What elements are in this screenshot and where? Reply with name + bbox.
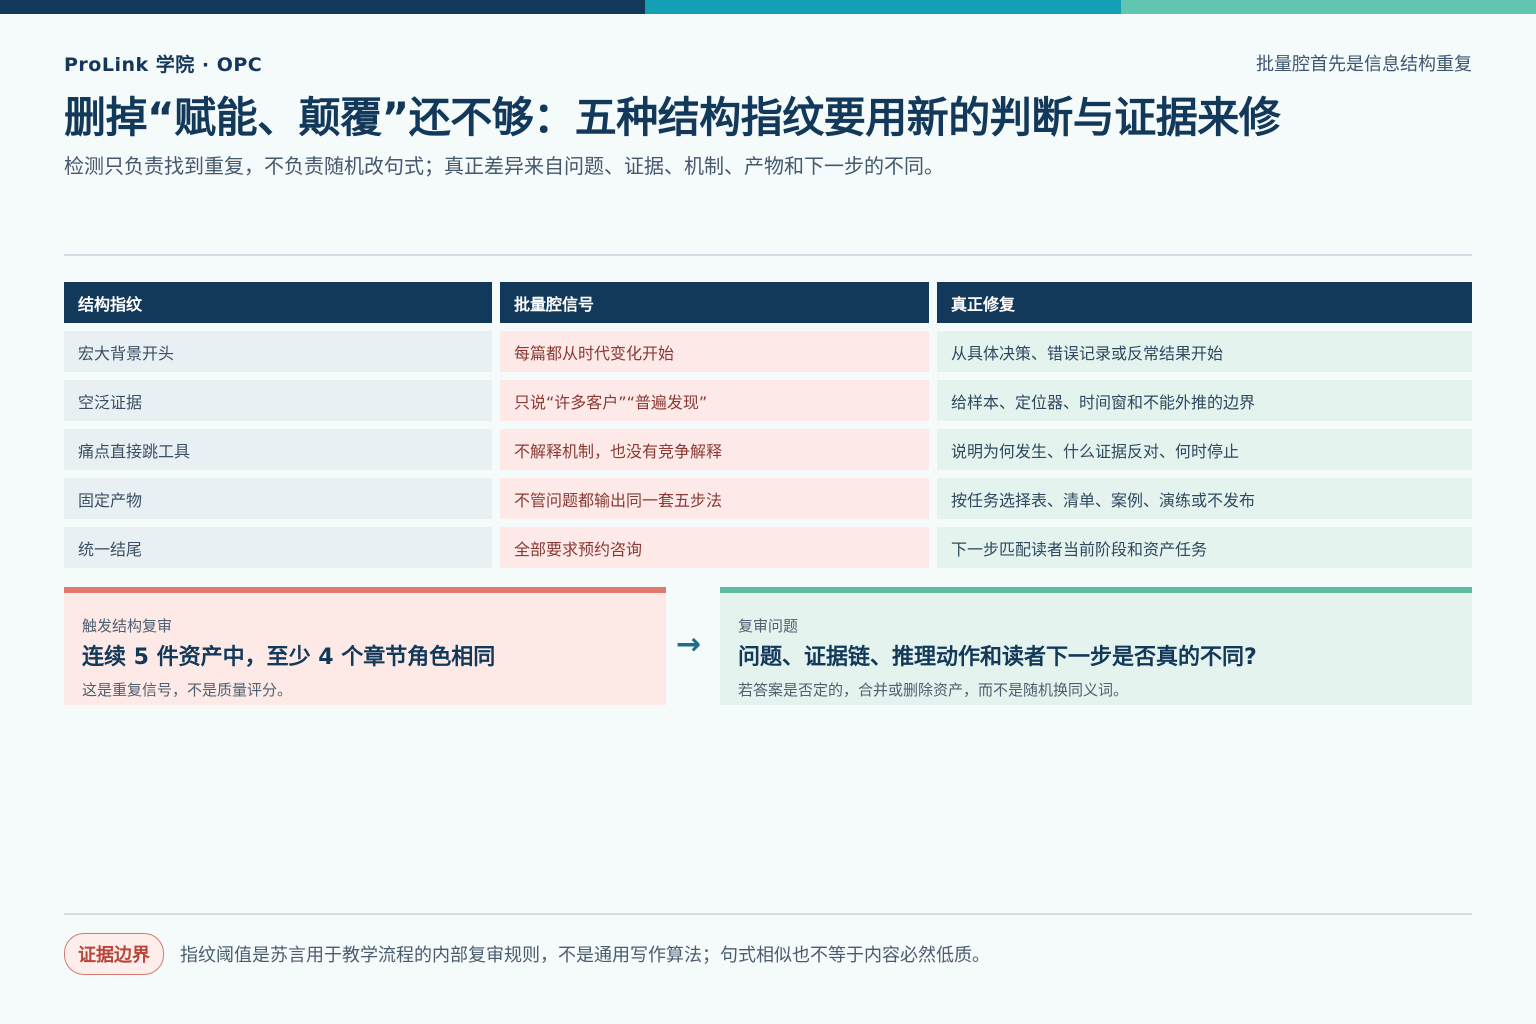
fix-cell: 给样本、定位器、时间窗和不能外推的边界 xyxy=(937,380,1472,421)
fix-cell: 按任务选择表、清单、案例、演练或不发布 xyxy=(937,478,1472,519)
review-card: 复审问题 问题、证据链、推理动作和读者下一步是否真的不同? 若答案是否定的，合并… xyxy=(720,587,1472,705)
evidence-boundary-badge: 证据边界 xyxy=(64,933,164,975)
signal-cell: 全部要求预约咨询 xyxy=(500,527,929,568)
table-row: 痛点直接跳工具 不解释机制，也没有竞争解释 说明为何发生、什么证据反对、何时停止 xyxy=(64,429,1472,470)
fingerprint-cell: 宏大背景开头 xyxy=(64,331,492,372)
top-bar-teal-segment xyxy=(645,0,1121,14)
header-fingerprint: 结构指纹 xyxy=(64,282,492,323)
fingerprint-cell: 痛点直接跳工具 xyxy=(64,429,492,470)
slide: ProLink 学院 · OPC 批量腔首先是信息结构重复 删掉“赋能、颠覆”还… xyxy=(0,0,1536,1024)
fingerprint-table: 结构指纹 批量腔信号 真正修复 宏大背景开头 每篇都从时代变化开始 从具体决策、… xyxy=(64,282,1472,576)
table-header-row: 结构指纹 批量腔信号 真正修复 xyxy=(64,282,1472,323)
table-row: 空泛证据 只说“许多客户”“普遍发现” 给样本、定位器、时间窗和不能外推的边界 xyxy=(64,380,1472,421)
fingerprint-cell: 空泛证据 xyxy=(64,380,492,421)
table-row: 统一结尾 全部要求预约咨询 下一步匹配读者当前阶段和资产任务 xyxy=(64,527,1472,568)
review-card-headline: 问题、证据链、推理动作和读者下一步是否真的不同? xyxy=(738,645,1257,670)
trigger-card-note: 这是重复信号，不是质量评分。 xyxy=(82,681,293,699)
fingerprint-cell: 统一结尾 xyxy=(64,527,492,568)
top-bar-navy-segment xyxy=(0,0,645,14)
corner-tag: 批量腔首先是信息结构重复 xyxy=(1256,54,1472,75)
signal-cell: 每篇都从时代变化开始 xyxy=(500,331,929,372)
header-fix: 真正修复 xyxy=(937,282,1472,323)
fingerprint-cell: 固定产物 xyxy=(64,478,492,519)
fix-cell: 从具体决策、错误记录或反常结果开始 xyxy=(937,331,1472,372)
top-divider xyxy=(64,254,1472,256)
header-signal: 批量腔信号 xyxy=(500,282,929,323)
footer-text: 指纹阈值是苏言用于教学流程的内部复审规则，不是通用写作算法；句式相似也不等于内容… xyxy=(180,945,990,966)
table-row: 固定产物 不管问题都输出同一套五步法 按任务选择表、清单、案例、演练或不发布 xyxy=(64,478,1472,519)
brand-label: ProLink 学院 · OPC xyxy=(64,54,263,76)
signal-cell: 不解释机制，也没有竞争解释 xyxy=(500,429,929,470)
bottom-divider xyxy=(64,913,1472,915)
trigger-card: 触发结构复审 连续 5 件资产中，至少 4 个章节角色相同 这是重复信号，不是质… xyxy=(64,587,666,705)
top-color-bar xyxy=(0,0,1536,14)
fix-cell: 下一步匹配读者当前阶段和资产任务 xyxy=(937,527,1472,568)
page-title: 删掉“赋能、颠覆”还不够：五种结构指纹要用新的判断与证据来修 xyxy=(64,93,1281,142)
review-card-label: 复审问题 xyxy=(738,617,799,635)
table-row: 宏大背景开头 每篇都从时代变化开始 从具体决策、错误记录或反常结果开始 xyxy=(64,331,1472,372)
signal-cell: 不管问题都输出同一套五步法 xyxy=(500,478,929,519)
fix-cell: 说明为何发生、什么证据反对、何时停止 xyxy=(937,429,1472,470)
footer-note: 证据边界 指纹阈值是苏言用于教学流程的内部复审规则，不是通用写作算法；句式相似也… xyxy=(64,933,990,975)
signal-cell: 只说“许多客户”“普遍发现” xyxy=(500,380,929,421)
page-subtitle: 检测只负责找到重复，不负责随机改句式；真正差异来自问题、证据、机制、产物和下一步… xyxy=(64,154,944,178)
top-bar-mint-segment xyxy=(1121,0,1536,14)
trigger-card-headline: 连续 5 件资产中，至少 4 个章节角色相同 xyxy=(82,645,496,670)
review-card-note: 若答案是否定的，合并或删除资产，而不是随机换同义词。 xyxy=(738,681,1129,699)
arrow-right-icon: → xyxy=(676,627,702,662)
trigger-card-label: 触发结构复审 xyxy=(82,617,173,635)
